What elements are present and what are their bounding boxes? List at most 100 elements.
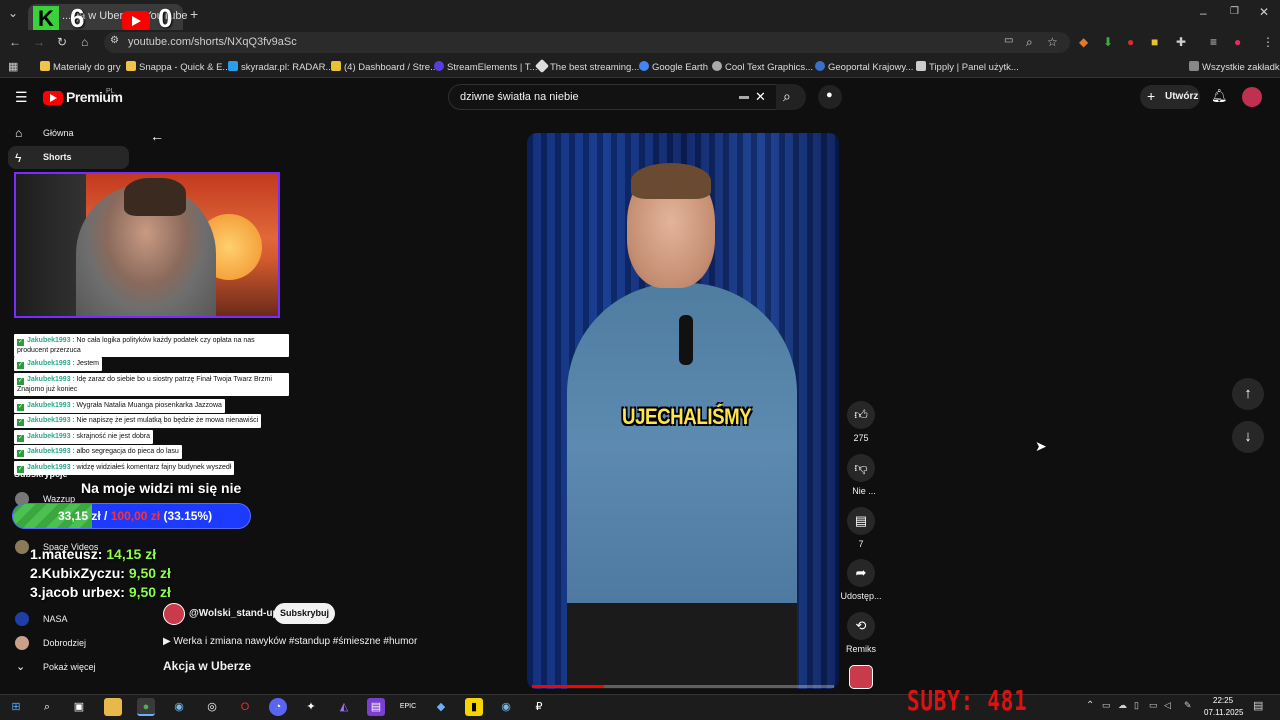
bookmark-item[interactable]: Snappa - Quick & E... <box>126 61 230 73</box>
forward-icon[interactable]: → <box>33 35 45 49</box>
opera-icon[interactable]: O <box>236 698 254 716</box>
share-button[interactable]: ➦ <box>847 559 875 587</box>
app-icon[interactable]: ◆ <box>432 698 450 716</box>
obs-icon[interactable]: ◎ <box>203 698 221 716</box>
bookmark-item[interactable]: Geoportal Krajowy... <box>815 61 913 73</box>
clock-date[interactable]: 07.11.2025 <box>1204 708 1243 717</box>
search-query[interactable]: dziwne światła na niebie <box>460 91 579 103</box>
sidebar-subscription[interactable]: NASA <box>43 614 68 624</box>
network-icon[interactable]: ▭ <box>1149 700 1158 711</box>
channel-avatar[interactable] <box>163 603 185 625</box>
windows-start-icon[interactable]: ⊞ <box>7 698 25 716</box>
gamepad-icon[interactable]: ✦ <box>302 698 320 716</box>
tray-chevron-icon[interactable]: ⌃ <box>1086 700 1094 711</box>
download-extension-icon[interactable]: ⬇ <box>1103 35 1113 49</box>
dislike-button[interactable]: 👎︎ <box>847 454 875 482</box>
site-info-icon[interactable]: ⚙ <box>110 35 119 46</box>
back-arrow-icon[interactable]: ← <box>150 128 164 144</box>
bookmark-item[interactable]: Tipply | Panel użytk... <box>916 61 1019 73</box>
comments-button[interactable]: ▤ <box>847 507 875 535</box>
channel-avatar[interactable] <box>15 636 29 650</box>
bookmark-item[interactable]: skyradar.pl: RADAR... <box>228 61 333 73</box>
bookmark-item[interactable]: The best streaming... <box>534 58 639 74</box>
cast-icon[interactable]: ▭ <box>1004 35 1013 46</box>
extension-icon[interactable]: ■ <box>1151 35 1158 49</box>
sticky-notes-icon[interactable]: ▮ <box>465 698 483 716</box>
onedrive-icon[interactable]: ☁ <box>1118 700 1127 711</box>
chevron-down-icon[interactable]: ⌄ <box>16 660 25 673</box>
sidebar-item-home[interactable]: Główna <box>43 128 74 138</box>
short-description[interactable]: ▶ Werka i zmiana nawyków #standup #śmies… <box>163 636 417 647</box>
clock-time[interactable]: 22:25 <box>1213 696 1233 705</box>
all-bookmarks[interactable]: Wszystkie zakładki <box>1189 61 1280 73</box>
apps-grid-icon[interactable]: ▦ <box>8 60 18 73</box>
home-icon[interactable]: ⌂ <box>81 35 88 49</box>
media-controls-icon[interactable]: ≡ <box>1210 35 1217 49</box>
hamburger-menu-icon[interactable]: ☰ <box>15 89 28 106</box>
volume-icon[interactable]: ◁ <box>1164 700 1171 711</box>
app-icon[interactable]: ₽ <box>530 698 548 716</box>
home-icon[interactable]: ⌂ <box>15 126 22 140</box>
video-progress-bar[interactable] <box>532 685 834 688</box>
tray-app-icon[interactable]: ▭ <box>1102 700 1111 711</box>
discord-icon[interactable]: ◔ <box>269 698 287 716</box>
microphone-icon[interactable]: ▯ <box>1134 700 1139 711</box>
create-label: Utwórz <box>1165 91 1199 102</box>
back-icon[interactable]: ← <box>9 35 21 49</box>
sound-thumbnail[interactable] <box>849 665 873 689</box>
search-icon[interactable]: ⌕ <box>38 698 56 716</box>
profile-avatar[interactable]: ● <box>1234 35 1241 49</box>
account-avatar[interactable] <box>1242 87 1262 107</box>
show-more-link[interactable]: Pokaż więcej <box>43 662 96 672</box>
keyboard-icon[interactable]: ▬ <box>739 91 749 102</box>
reload-icon[interactable]: ↻ <box>57 35 67 49</box>
chrome-menu-icon[interactable]: ⋮ <box>1262 35 1274 49</box>
steam-icon[interactable]: ◉ <box>170 698 188 716</box>
search-button[interactable] <box>776 84 806 110</box>
chat-message: ✓ Jakubek1993 : widzę widziałeś komentarz… <box>14 461 235 475</box>
new-tab-icon[interactable]: + <box>190 6 198 22</box>
notifications-icon[interactable]: ▤ <box>1253 699 1263 712</box>
minimize-icon[interactable]: – <box>1200 6 1207 20</box>
short-title[interactable]: Akcja w Uberze <box>163 659 251 673</box>
streamelements-icon <box>434 61 444 71</box>
steam-icon[interactable]: ◉ <box>497 698 515 716</box>
clear-search-icon[interactable]: ✕ <box>755 89 766 105</box>
channel-avatar[interactable] <box>15 540 29 554</box>
cool-text-icon <box>712 61 722 71</box>
share-arrow-icon: ➦ <box>855 565 867 580</box>
video-editor-icon[interactable]: ▤ <box>367 698 385 716</box>
bookmark-star-icon[interactable]: ☆ <box>1047 35 1058 49</box>
bookmark-item[interactable]: Cool Text Graphics... <box>712 61 813 73</box>
bookmark-item[interactable]: StreamElements | T... <box>434 61 537 73</box>
chat-message: ✓ Jakubek1993 : skrajność nie jest dobra <box>14 430 153 444</box>
close-window-icon[interactable]: ✕ <box>1259 5 1269 19</box>
adblock-icon[interactable]: ● <box>1127 35 1134 49</box>
file-explorer-icon[interactable] <box>104 698 122 716</box>
webcam-overlay <box>14 172 280 318</box>
tab-search-icon[interactable]: ⌄ <box>8 6 18 20</box>
visual-studio-icon[interactable]: ◭ <box>335 698 353 716</box>
pen-icon[interactable]: ✎ <box>1184 700 1192 711</box>
restore-icon[interactable]: ❐ <box>1230 6 1239 17</box>
bookmark-item[interactable]: (4) Dashboard / Stre... <box>331 61 438 73</box>
epic-games-icon[interactable]: EPIC <box>399 698 417 716</box>
like-button[interactable]: 👍︎ <box>847 401 875 429</box>
sidebar-subscription[interactable]: Dobrodziej <box>43 638 86 648</box>
bookmark-item[interactable]: Google Earth <box>639 61 708 73</box>
chrome-icon[interactable]: ● <box>137 698 155 716</box>
next-short-button[interactable]: ↓ <box>1232 421 1264 453</box>
bookmark-item[interactable]: Materiały do gry <box>40 61 121 73</box>
task-view-icon[interactable]: ▣ <box>70 698 88 716</box>
url-text[interactable]: youtube.com/shorts/NXqQ3fv9aSc <box>128 36 297 48</box>
channel-avatar[interactable] <box>15 612 29 626</box>
extensions-puzzle-icon[interactable]: ✚ <box>1176 35 1186 49</box>
remix-button[interactable]: ⟲ <box>847 612 875 640</box>
skyradar-icon <box>228 61 238 71</box>
previous-short-button[interactable]: ↑ <box>1232 378 1264 410</box>
notifications-bell-icon[interactable]: 🔔︎ <box>1211 88 1228 104</box>
extension-icon[interactable]: ◆ <box>1079 35 1088 49</box>
channel-name[interactable]: @Wolski_stand-up <box>189 608 279 619</box>
subscribe-button[interactable]: Subskrybuj <box>274 603 335 624</box>
zoom-icon[interactable]: ⌕ <box>1026 35 1033 50</box>
